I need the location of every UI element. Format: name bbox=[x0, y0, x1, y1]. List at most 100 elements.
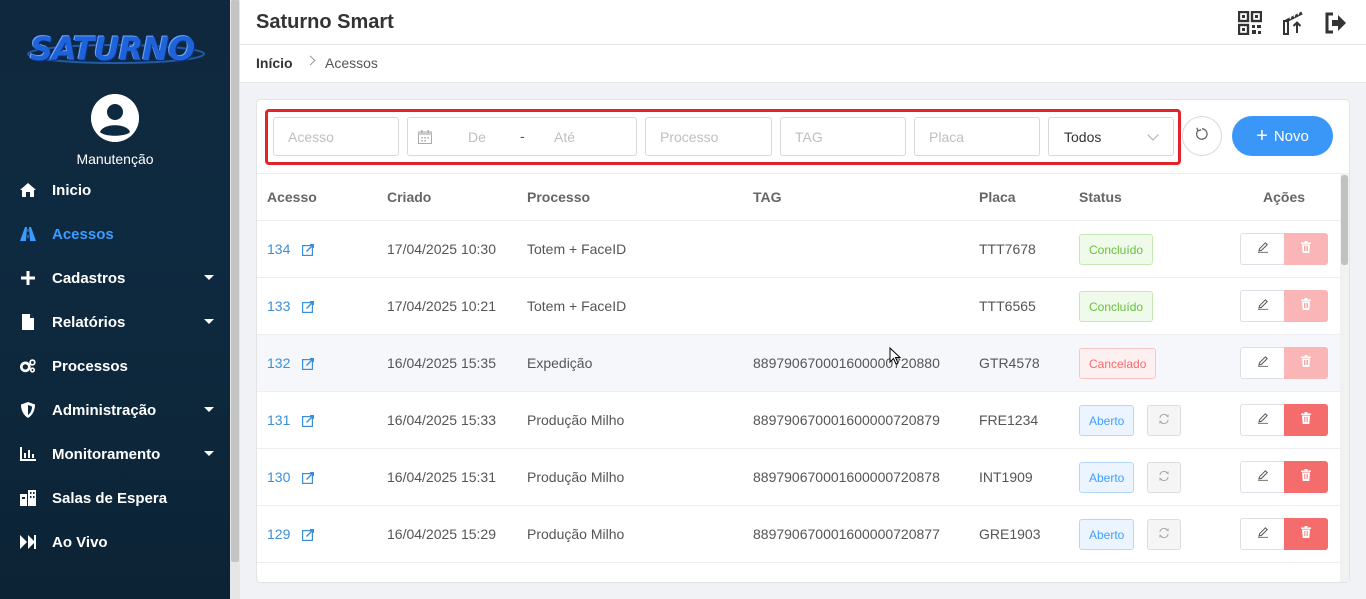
table-row[interactable]: 133 17/04/2025 10:21 Totem + FaceID TTT6565… bbox=[257, 278, 1340, 335]
sidebar-item-inicio[interactable]: Inicio bbox=[0, 168, 230, 212]
sidebar-item-cadastros[interactable]: Cadastros bbox=[0, 256, 230, 300]
barrier-icon[interactable] bbox=[1281, 11, 1305, 35]
edit-button[interactable] bbox=[1240, 233, 1285, 265]
tag-filter-input[interactable] bbox=[780, 117, 906, 156]
external-edit-icon[interactable] bbox=[302, 528, 314, 546]
column-header-processo[interactable]: Processo bbox=[527, 189, 590, 205]
avatar[interactable] bbox=[91, 94, 139, 142]
process-name: Produção Milho bbox=[527, 469, 625, 485]
sidebar-item-label: Inicio bbox=[52, 181, 92, 199]
saturno-logo[interactable]: SATURNO bbox=[26, 28, 206, 72]
delete-button[interactable] bbox=[1284, 290, 1328, 322]
column-header-placa[interactable]: Placa bbox=[979, 189, 1016, 205]
table-scrollbar-thumb[interactable] bbox=[1341, 175, 1348, 265]
delete-button[interactable] bbox=[1284, 233, 1328, 265]
process-name: Produção Milho bbox=[527, 412, 625, 428]
acesso-id-link[interactable]: 133 bbox=[267, 298, 290, 314]
external-edit-icon[interactable] bbox=[302, 243, 314, 261]
column-header-acesso[interactable]: Acesso bbox=[267, 189, 317, 205]
caret-down-icon bbox=[204, 407, 214, 412]
created-date: 16/04/2025 15:29 bbox=[387, 526, 496, 542]
sidebar-item-label: Ao Vivo bbox=[52, 533, 108, 551]
created-date: 16/04/2025 15:35 bbox=[387, 355, 496, 371]
edit-button[interactable] bbox=[1240, 347, 1285, 379]
table-row[interactable]: 134 17/04/2025 10:30 Totem + FaceID TTT7678… bbox=[257, 221, 1340, 278]
chevron-down-icon bbox=[1147, 129, 1159, 141]
sync-button[interactable] bbox=[1147, 405, 1181, 436]
processo-filter-input[interactable] bbox=[645, 117, 772, 156]
sync-button[interactable] bbox=[1147, 519, 1181, 550]
date-to-placeholder[interactable]: Até bbox=[554, 129, 575, 145]
delete-button[interactable] bbox=[1284, 347, 1328, 379]
created-date: 16/04/2025 15:31 bbox=[387, 469, 496, 485]
external-edit-icon[interactable] bbox=[302, 414, 314, 432]
breadcrumb-home[interactable]: Início bbox=[256, 55, 293, 71]
new-access-button[interactable]: + Novo bbox=[1232, 116, 1333, 156]
column-header-criado[interactable]: Criado bbox=[387, 189, 431, 205]
file-icon bbox=[20, 314, 36, 330]
caret-down-icon bbox=[204, 319, 214, 324]
date-from-placeholder[interactable]: De bbox=[468, 129, 486, 145]
sidebar-scrollbar-thumb[interactable] bbox=[231, 0, 239, 562]
acesso-id-link[interactable]: 129 bbox=[267, 526, 290, 542]
acesso-id-link[interactable]: 131 bbox=[267, 412, 290, 428]
trash-icon bbox=[1301, 525, 1311, 543]
delete-button[interactable] bbox=[1284, 461, 1328, 493]
status-badge: Concluído bbox=[1079, 234, 1154, 265]
table-row[interactable]: 130 16/04/2025 15:31 Produção Milho 8897906… bbox=[257, 449, 1340, 506]
acesso-id-link[interactable]: 132 bbox=[267, 355, 290, 371]
edit-button[interactable] bbox=[1240, 404, 1285, 436]
external-edit-icon[interactable] bbox=[302, 357, 314, 375]
column-header-status[interactable]: Status bbox=[1079, 189, 1122, 205]
caret-down-icon bbox=[204, 451, 214, 456]
acesso-id-link[interactable]: 134 bbox=[267, 241, 290, 257]
date-range-picker[interactable]: De - Até bbox=[407, 117, 637, 156]
trash-icon bbox=[1301, 240, 1311, 258]
sidebar-item-label: Salas de Espera bbox=[52, 489, 168, 507]
breadcrumb-current: Acessos bbox=[325, 55, 378, 71]
table-row[interactable]: 132 16/04/2025 15:35 Expedição 889790670001… bbox=[257, 335, 1340, 392]
delete-button[interactable] bbox=[1284, 404, 1328, 436]
acesso-filter-input[interactable] bbox=[273, 117, 399, 156]
sidebar-item-monitoramento[interactable]: Monitoramento bbox=[0, 432, 230, 476]
chart-icon bbox=[20, 446, 36, 462]
process-name: Totem + FaceID bbox=[527, 241, 627, 257]
sync-button[interactable] bbox=[1147, 462, 1181, 493]
status-filter-select[interactable]: Todos bbox=[1048, 117, 1174, 156]
sidebar-item-relatorios[interactable]: Relatórios bbox=[0, 300, 230, 344]
delete-button[interactable] bbox=[1284, 518, 1328, 550]
table-row[interactable]: 129 16/04/2025 15:29 Produção Milho 8897906… bbox=[257, 506, 1340, 563]
breadcrumb: Início Acessos bbox=[240, 45, 1366, 83]
edit-button[interactable] bbox=[1240, 518, 1285, 550]
plate-value: GTR4578 bbox=[979, 355, 1040, 371]
qrcode-icon[interactable] bbox=[1237, 10, 1263, 36]
placa-filter-input[interactable] bbox=[914, 117, 1040, 156]
sidebar-scrollbar[interactable] bbox=[230, 0, 240, 599]
created-date: 17/04/2025 10:21 bbox=[387, 298, 496, 314]
sidebar-item-acessos[interactable]: Acessos bbox=[0, 212, 230, 256]
edit-button[interactable] bbox=[1240, 461, 1285, 493]
table-row[interactable]: 131 16/04/2025 15:33 Produção Milho 8897906… bbox=[257, 392, 1340, 449]
sidebar-item-ao-vivo[interactable]: Ao Vivo bbox=[0, 520, 230, 564]
external-edit-icon[interactable] bbox=[302, 471, 314, 489]
created-date: 16/04/2025 15:33 bbox=[387, 412, 496, 428]
top-header: Saturno Smart bbox=[240, 0, 1366, 45]
plate-value: INT1909 bbox=[979, 469, 1033, 485]
sidebar-item-salas-de-espera[interactable]: Salas de Espera bbox=[0, 476, 230, 520]
reset-filters-button[interactable] bbox=[1182, 116, 1222, 156]
table-scrollbar[interactable] bbox=[1340, 173, 1349, 582]
column-header-tag[interactable]: TAG bbox=[753, 189, 782, 205]
plate-value: TTT7678 bbox=[979, 241, 1036, 257]
sidebar-item-label: Processos bbox=[52, 357, 128, 375]
sidebar-item-label: Relatórios bbox=[52, 313, 126, 331]
logout-icon[interactable] bbox=[1324, 11, 1348, 35]
external-edit-icon[interactable] bbox=[302, 300, 314, 318]
edit-button[interactable] bbox=[1240, 290, 1285, 322]
tag-value: 889790670001600000720880 bbox=[753, 355, 940, 371]
acesso-id-link[interactable]: 130 bbox=[267, 469, 290, 485]
status-filter-value: Todos bbox=[1064, 129, 1102, 145]
sidebar-item-processos[interactable]: Processos bbox=[0, 344, 230, 388]
calendar-icon bbox=[418, 130, 432, 149]
pencil-icon bbox=[1257, 240, 1269, 258]
sidebar-item-administracao[interactable]: Administração bbox=[0, 388, 230, 432]
